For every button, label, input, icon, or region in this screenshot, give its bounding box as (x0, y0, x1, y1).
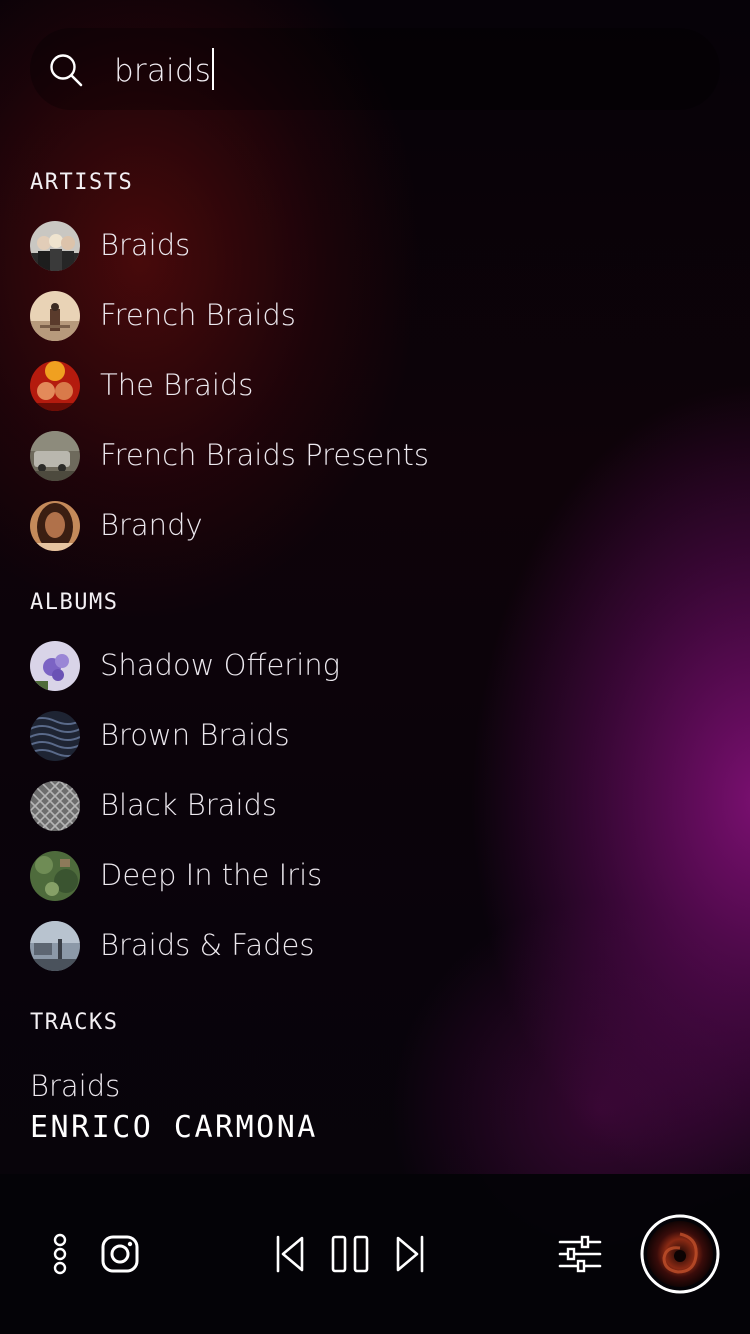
artist-name: Brandy (100, 508, 203, 542)
album-cover (30, 781, 80, 831)
instagram-icon[interactable] (100, 1234, 140, 1274)
album-item[interactable]: Deep In the Iris (30, 851, 690, 901)
artist-avatar (30, 361, 80, 411)
skip-previous-icon[interactable] (274, 1234, 306, 1274)
artist-name: French Braids Presents (100, 438, 430, 472)
artist-item[interactable]: French Braids (30, 291, 690, 341)
pause-icon[interactable] (330, 1234, 370, 1274)
more-vertical-icon[interactable] (46, 1232, 74, 1276)
section-title-artists: ARTISTS (30, 170, 134, 195)
track-title: Braids (30, 1069, 121, 1103)
album-cover (30, 641, 80, 691)
search-icon[interactable] (48, 52, 84, 88)
text-caret (212, 48, 215, 90)
album-name: Deep In the Iris (100, 858, 323, 892)
album-item[interactable]: Shadow Offering (30, 641, 690, 691)
album-cover (30, 921, 80, 971)
album-cover (30, 711, 80, 761)
album-name: Black Braids (100, 788, 278, 822)
artist-avatar (30, 291, 80, 341)
artist-name: The Braids (100, 368, 254, 402)
now-playing-artwork[interactable] (640, 1214, 720, 1294)
artist-avatar (30, 221, 80, 271)
section-title-albums: ALBUMS (30, 590, 119, 615)
artist-avatar (30, 431, 80, 481)
artist-item[interactable]: Brandy (30, 501, 690, 551)
album-cover (30, 851, 80, 901)
artist-name: Braids (100, 228, 191, 262)
search-query: braids (114, 53, 212, 89)
album-name: Shadow Offering (100, 648, 341, 682)
album-item[interactable]: Black Braids (30, 781, 690, 831)
artist-item[interactable]: The Braids (30, 361, 690, 411)
album-name: Brown Braids (100, 718, 290, 752)
album-item[interactable]: Brown Braids (30, 711, 690, 761)
section-title-tracks: TRACKS (30, 1010, 119, 1035)
search-input[interactable]: braids (114, 48, 215, 93)
artist-item[interactable]: French Braids Presents (30, 431, 690, 481)
artist-avatar (30, 501, 80, 551)
skip-next-icon[interactable] (394, 1234, 426, 1274)
artist-item[interactable]: Braids (30, 221, 690, 271)
artist-name: French Braids (100, 298, 296, 332)
album-name: Braids & Fades (100, 928, 315, 962)
equalizer-icon[interactable] (558, 1234, 602, 1274)
track-artist: ENRICO CARMONA (30, 1110, 318, 1145)
album-item[interactable]: Braids & Fades (30, 921, 690, 971)
